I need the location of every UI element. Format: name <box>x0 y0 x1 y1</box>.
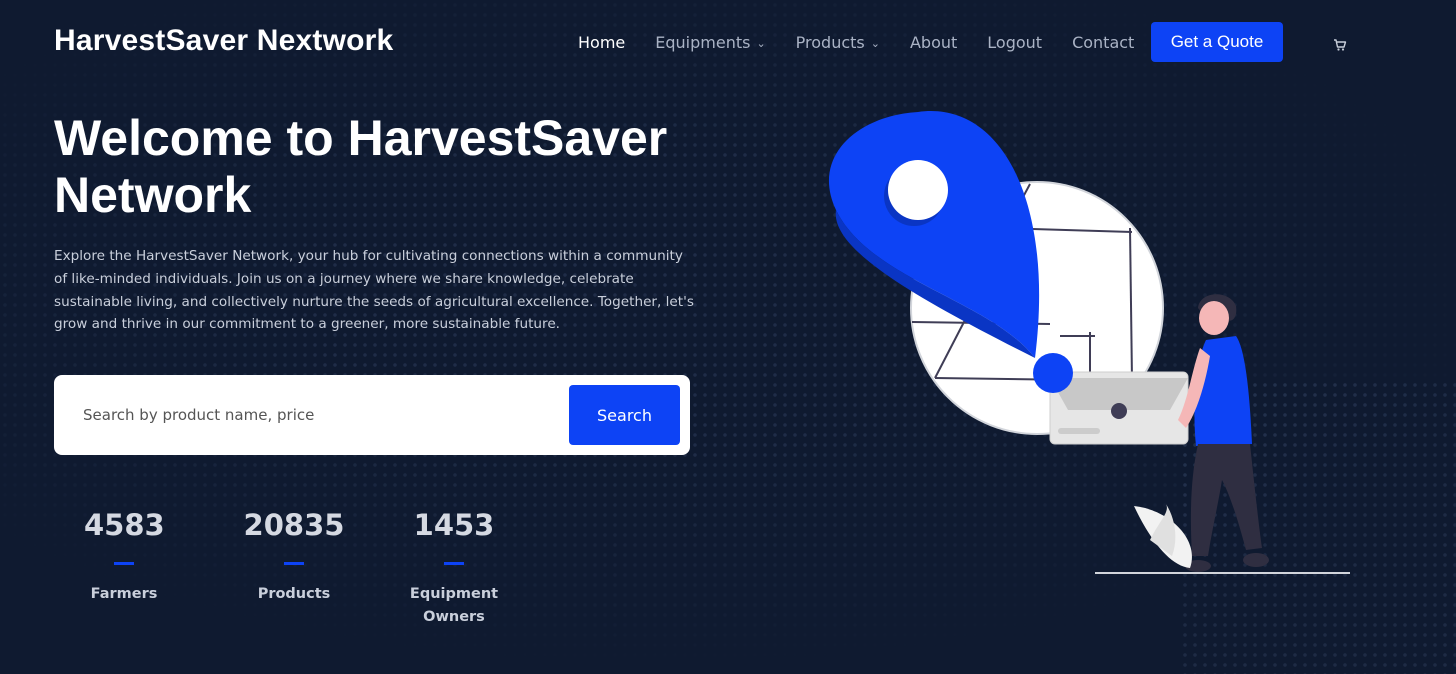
get-a-quote-button[interactable]: Get a Quote <box>1151 22 1283 62</box>
stat-equipment-owners: 1453 Equipment Owners <box>404 508 504 629</box>
stat-value: 4583 <box>84 508 165 542</box>
stat-label: Products <box>257 586 331 602</box>
brand-logo[interactable]: HarvestSaver Nextwork <box>54 24 393 58</box>
search-input[interactable] <box>74 387 554 443</box>
envelope-line <box>1058 428 1100 434</box>
nav-item-label: About <box>909 32 958 52</box>
nav-item-logout[interactable]: Logout <box>987 33 1042 52</box>
nav-item-about[interactable]: About <box>910 33 957 52</box>
location-illustration <box>828 111 1350 574</box>
nav-item-home[interactable]: Home <box>578 33 625 52</box>
nav-item-products[interactable]: Products ⌄ <box>796 33 880 52</box>
nav-item-equipments[interactable]: Equipments ⌄ <box>655 33 765 52</box>
person-legs <box>1190 444 1262 556</box>
nav-item-label: Home <box>578 32 626 52</box>
stat-products: 20835 Products <box>241 508 347 606</box>
cart-icon[interactable] <box>1333 38 1347 52</box>
stat-divider <box>444 562 464 565</box>
stat-divider <box>284 562 304 565</box>
person-head <box>1199 301 1229 335</box>
stat-value: 1453 <box>413 508 495 542</box>
nav-item-label: Contact <box>1072 32 1135 52</box>
main-nav: Home Equipments ⌄ Products ⌄ About Logou… <box>578 22 1164 62</box>
hero-title: Welcome to HarvestSaver Network <box>54 110 668 223</box>
nav-item-label: Logout <box>987 32 1043 52</box>
stat-divider <box>114 562 134 565</box>
nav-item-label: Products <box>795 32 865 52</box>
stat-farmers: 4583 Farmers <box>84 508 165 606</box>
small-dot <box>1033 353 1073 393</box>
envelope-seal <box>1111 403 1127 419</box>
search-box: Search <box>54 375 690 455</box>
stat-label: Farmers <box>90 586 158 602</box>
chevron-down-icon: ⌄ <box>870 36 880 50</box>
nav-item-label: Equipments <box>655 32 751 52</box>
person-shoe <box>1243 553 1269 567</box>
pin-hole <box>888 160 948 220</box>
hero-description: Explore the HarvestSaver Network, your h… <box>54 248 694 333</box>
stat-value: 20835 <box>243 508 345 542</box>
nav-item-contact[interactable]: Contact <box>1072 33 1134 52</box>
chevron-down-icon: ⌄ <box>756 36 766 50</box>
search-button[interactable]: Search <box>569 385 680 445</box>
stat-label: Equipment Owners <box>409 586 499 625</box>
